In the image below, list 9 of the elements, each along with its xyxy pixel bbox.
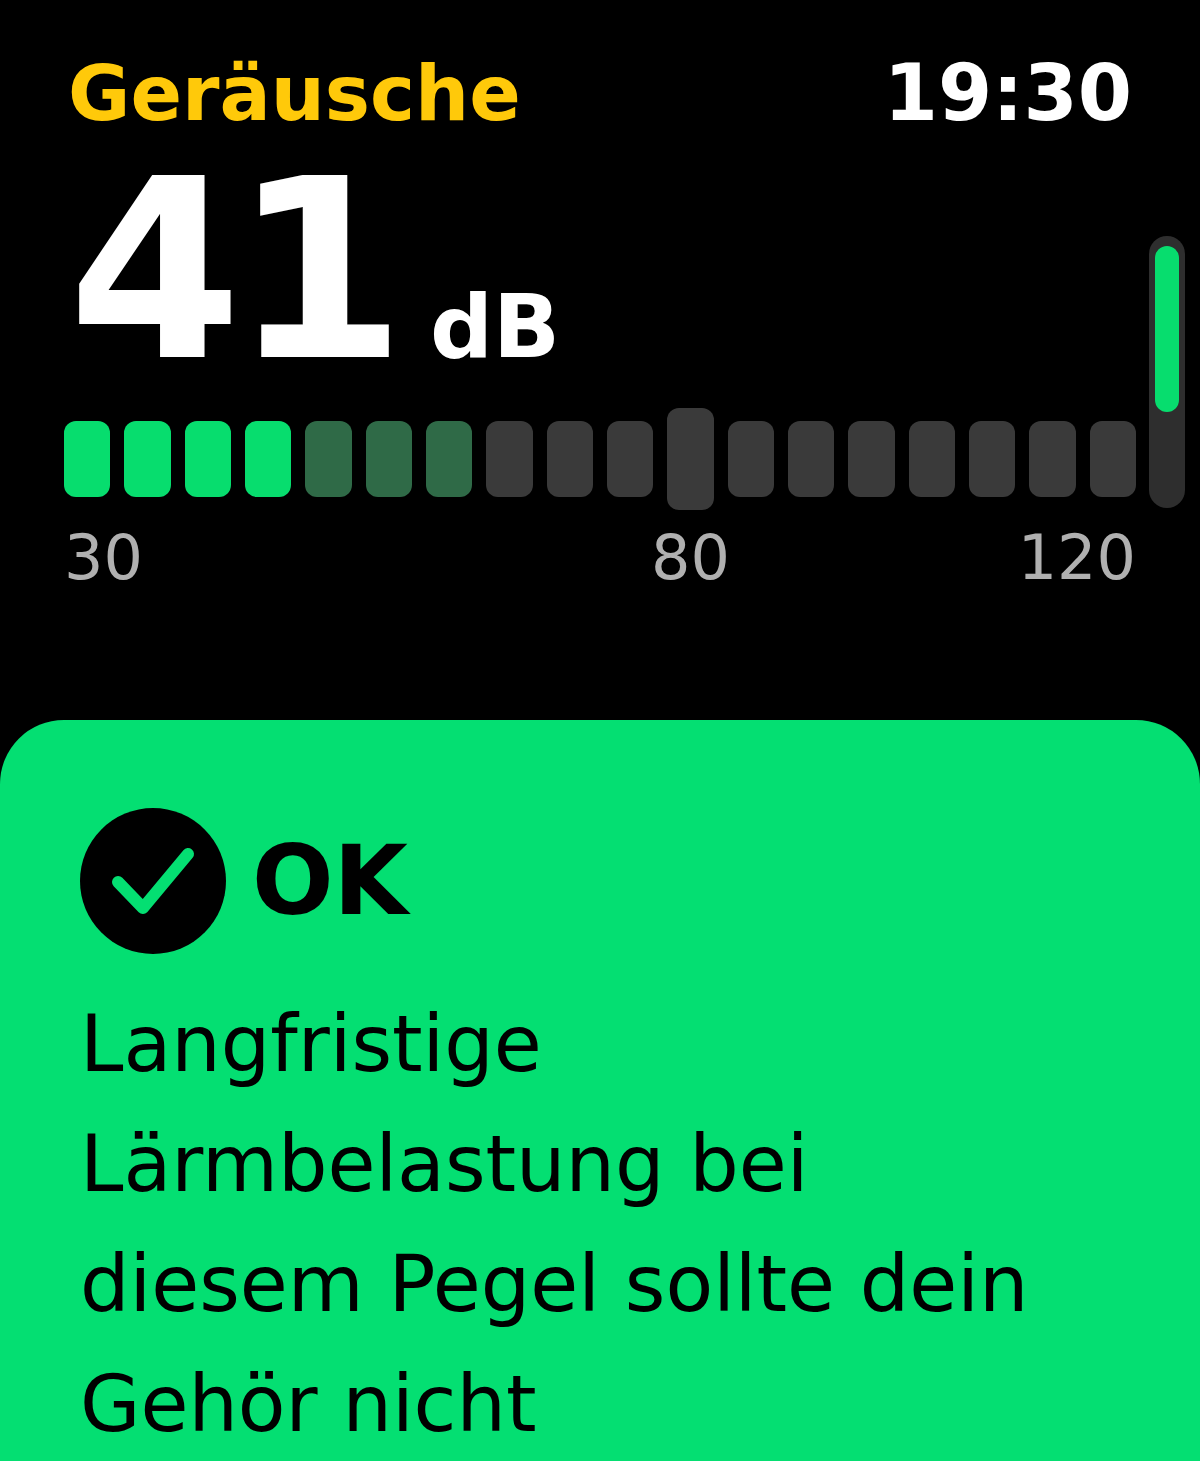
decibel-value: 41 (68, 146, 396, 396)
checkmark-icon (80, 808, 226, 954)
status-message: Langfristige Lärmbelastung bei diesem Pegel sollte dein Gehör nicht (80, 998, 1030, 1451)
app-title: Geräusche (68, 48, 521, 138)
scale-label: 80 (651, 521, 730, 594)
scale-label: 120 (1017, 521, 1136, 594)
scale-label: 30 (64, 521, 143, 594)
decibel-unit: dB (429, 275, 560, 378)
clock-time: 19:30 (883, 48, 1132, 138)
